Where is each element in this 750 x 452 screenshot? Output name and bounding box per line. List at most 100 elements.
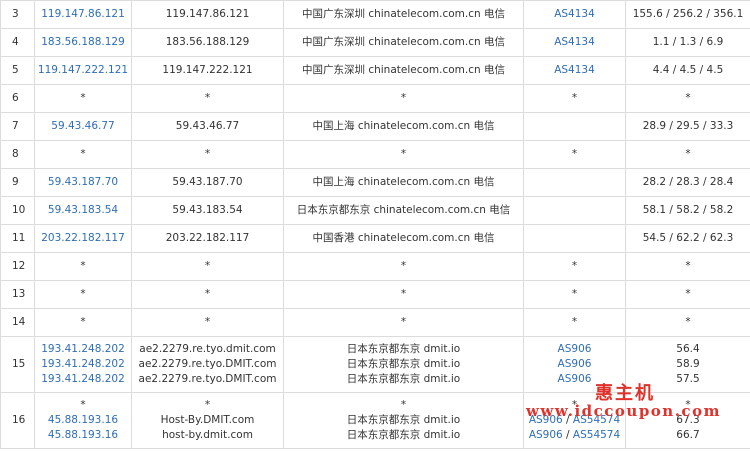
hostname-cell: 119.147.86.121: [131, 0, 284, 29]
asn-link-cell: *: [523, 308, 626, 337]
asn-link-cell: *: [523, 84, 626, 113]
latency-text: *: [685, 316, 691, 328]
asn-link[interactable]: AS54574: [573, 414, 620, 426]
location-text: 中国广东深圳 chinatelecom.com.cn 电信: [301, 8, 506, 20]
hop-number: 13: [0, 280, 35, 309]
ip-link-cell: *: [34, 308, 132, 337]
latency-text: 66.7: [676, 429, 700, 441]
location-cell: 中国上海 chinatelecom.com.cn 电信: [283, 168, 524, 197]
ip-text: *: [80, 148, 86, 160]
latency-text: 67.3: [676, 414, 700, 426]
latency-text: *: [685, 399, 691, 411]
ip-link[interactable]: 183.56.188.129: [35, 35, 131, 50]
asn-link[interactable]: AS906: [529, 414, 563, 426]
hop-number: 4: [0, 28, 35, 57]
hop-number: 3: [0, 0, 35, 29]
asn-link[interactable]: AS906: [524, 372, 625, 387]
latency-text: *: [685, 148, 691, 160]
hop-number: 9: [0, 168, 35, 197]
location-text: 中国上海 chinatelecom.com.cn 电信: [312, 120, 495, 132]
location-cell: *: [283, 84, 524, 113]
ip-link-cell: 59.43.46.77: [34, 112, 132, 141]
location-text: 日本东京都东京 dmit.io: [346, 343, 461, 355]
ip-link-cell: 119.147.86.121: [34, 0, 132, 29]
asn-link-cell: [523, 196, 626, 225]
traceroute-table: 3 119.147.86.121 119.147.86.121 中国广东深圳 chin…: [0, 0, 750, 449]
hostname-cell: 59.43.46.77: [131, 112, 284, 141]
location-cell: *: [283, 252, 524, 281]
hostname-cell: 59.43.183.54: [131, 196, 284, 225]
hostname-text: ae2.2279.re.tyo.DMIT.com: [138, 373, 277, 385]
ip-link[interactable]: 119.147.86.121: [35, 7, 131, 22]
latency-cell: *: [625, 140, 750, 169]
location-text: *: [400, 316, 407, 328]
hop-number: 5: [0, 56, 35, 85]
ip-link[interactable]: 193.41.248.202: [35, 342, 131, 357]
hostname-text: *: [204, 316, 211, 328]
ip-link[interactable]: 193.41.248.202: [35, 372, 131, 387]
location-text: *: [400, 148, 407, 160]
hostname-cell: * Host-By.DMIT.com host-by.dmit.com: [131, 392, 284, 449]
asn-text: *: [571, 288, 578, 300]
location-cell: 日本东京都东京 chinatelecom.com.cn 电信: [283, 196, 524, 225]
hostname-text: 119.147.86.121: [165, 8, 250, 20]
hostname-text: *: [204, 288, 211, 300]
ip-link[interactable]: 59.43.46.77: [35, 119, 131, 134]
asn-link[interactable]: AS906: [524, 357, 625, 372]
location-cell: 中国广东深圳 chinatelecom.com.cn 电信: [283, 0, 524, 29]
hostname-text: 59.43.183.54: [172, 204, 243, 216]
hop-number: 8: [0, 140, 35, 169]
latency-text: 4.4 / 4.5 / 4.5: [652, 64, 724, 76]
ip-link-cell: 119.147.222.121: [34, 56, 132, 85]
latency-text: 28.2 / 28.3 / 28.4: [642, 176, 734, 188]
asn-link[interactable]: AS906: [529, 429, 563, 441]
latency-text: 28.9 / 29.5 / 33.3: [642, 120, 734, 132]
ip-link-cell: 59.43.183.54: [34, 196, 132, 225]
latency-text: 1.1 / 1.3 / 6.9: [652, 36, 724, 48]
asn-link[interactable]: AS54574: [573, 429, 620, 441]
ip-text: *: [80, 92, 86, 104]
hop-row: 12 * * * * *: [0, 252, 750, 281]
asn-link-cell: [523, 168, 626, 197]
location-cell: 中国香港 chinatelecom.com.cn 电信: [283, 224, 524, 253]
hop-row: 14 * * * * *: [0, 308, 750, 337]
location-cell: 日本东京都东京 dmit.io 日本东京都东京 dmit.io 日本东京都东京 dm…: [283, 336, 524, 393]
asn-link-cell: [523, 224, 626, 253]
ip-link-cell: 203.22.182.117: [34, 224, 132, 253]
ip-link[interactable]: 59.43.187.70: [35, 175, 131, 190]
latency-cell: *: [625, 84, 750, 113]
asn-link-cell: AS4134: [523, 0, 626, 29]
ip-link[interactable]: 119.147.222.121: [35, 63, 131, 78]
hostname-cell: *: [131, 84, 284, 113]
asn-link[interactable]: AS906: [524, 342, 625, 357]
ip-text: *: [80, 288, 86, 300]
latency-text: 56.4: [676, 343, 700, 355]
latency-text: *: [685, 92, 691, 104]
ip-link[interactable]: 59.43.183.54: [35, 203, 131, 218]
location-text: 中国广东深圳 chinatelecom.com.cn 电信: [301, 36, 506, 48]
asn-link[interactable]: AS4134: [524, 63, 625, 78]
ip-link[interactable]: 203.22.182.117: [35, 231, 131, 246]
hop-row: 16 * 45.88.193.16 45.88.193.16 * Host-By.DMIT…: [0, 392, 750, 449]
ip-link[interactable]: 45.88.193.16: [35, 413, 131, 428]
latency-cell: 28.2 / 28.3 / 28.4: [625, 168, 750, 197]
ip-link[interactable]: 193.41.248.202: [35, 357, 131, 372]
hop-row: 15 193.41.248.202 193.41.248.202 193.41.248…: [0, 336, 750, 393]
hop-number: 10: [0, 196, 35, 225]
hop-row: 11 203.22.182.117 203.22.182.117 中国香港 china…: [0, 224, 750, 253]
location-text: 日本东京都东京 chinatelecom.com.cn 电信: [296, 204, 511, 216]
ip-link[interactable]: 45.88.193.16: [35, 428, 131, 443]
latency-text: 155.6 / 256.2 / 356.1: [632, 8, 744, 20]
location-cell: *: [283, 308, 524, 337]
hostname-text: 119.147.222.121: [162, 64, 253, 76]
latency-text: *: [685, 288, 691, 300]
hop-row: 4 183.56.188.129 183.56.188.129 中国广东深圳 chin…: [0, 28, 750, 57]
latency-cell: * 67.3 66.7: [625, 392, 750, 449]
ip-link-cell: 193.41.248.202 193.41.248.202 193.41.248.2…: [34, 336, 132, 393]
asn-link[interactable]: AS4134: [524, 35, 625, 50]
hostname-text: 59.43.46.77: [175, 120, 240, 132]
asn-link[interactable]: AS4134: [524, 7, 625, 22]
hop-row: 7 59.43.46.77 59.43.46.77 中国上海 chinatelecom…: [0, 112, 750, 141]
location-cell: * 日本东京都东京 dmit.io 日本东京都东京 dmit.io: [283, 392, 524, 449]
location-text: *: [400, 92, 407, 104]
